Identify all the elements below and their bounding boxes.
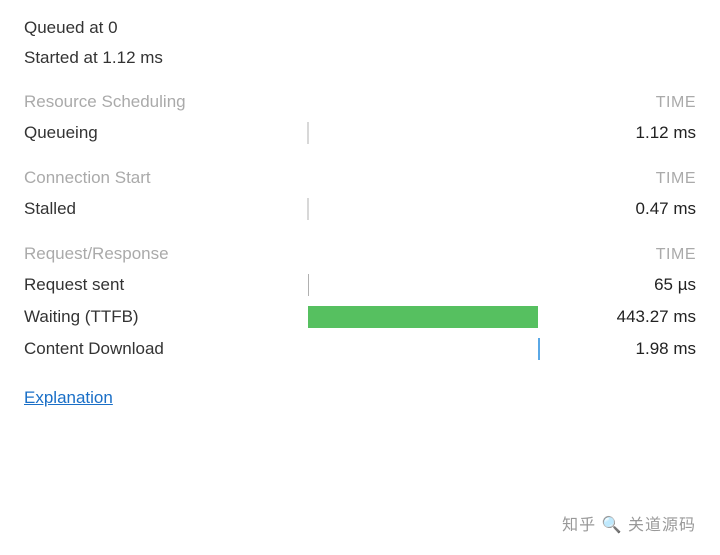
queueing-row: Queueing 1.12 ms [24, 122, 696, 144]
request-response-header: Request/Response TIME [24, 244, 696, 264]
waiting-label: Waiting (TTFB) [24, 307, 294, 327]
request-sent-bar-area [294, 274, 576, 296]
stalled-label: Stalled [24, 199, 294, 219]
watermark-text: 知乎 🔍 关道源码 [562, 511, 696, 535]
resource-scheduling-section: Resource Scheduling TIME Queueing 1.12 m… [24, 92, 696, 144]
content-download-bar [538, 338, 540, 360]
request-sent-label: Request sent [24, 275, 294, 295]
waiting-value: 443.27 ms [576, 307, 696, 327]
request-response-section: Request/Response TIME Request sent 65 µs… [24, 244, 696, 360]
waiting-row: Waiting (TTFB) 443.27 ms [24, 306, 696, 328]
stalled-bar [307, 198, 309, 220]
resource-scheduling-title: Resource Scheduling [24, 92, 186, 112]
connection-start-section: Connection Start TIME Stalled 0.47 ms [24, 168, 696, 220]
time-column-header: TIME [656, 170, 696, 188]
content-download-value: 1.98 ms [576, 339, 696, 359]
connection-start-title: Connection Start [24, 168, 151, 188]
request-sent-bar [308, 274, 309, 296]
queueing-label: Queueing [24, 123, 294, 143]
content-download-row: Content Download 1.98 ms [24, 338, 696, 360]
request-sent-value: 65 µs [576, 275, 696, 295]
queueing-bar-area [294, 122, 576, 144]
explanation-link[interactable]: Explanation [24, 388, 113, 407]
queueing-bar [307, 122, 309, 144]
stalled-value: 0.47 ms [576, 199, 696, 219]
request-sent-row: Request sent 65 µs [24, 274, 696, 296]
stalled-row: Stalled 0.47 ms [24, 198, 696, 220]
queueing-value: 1.12 ms [576, 123, 696, 143]
time-column-header: TIME [656, 246, 696, 264]
explanation-container: Explanation [24, 388, 696, 408]
content-download-label: Content Download [24, 339, 294, 359]
request-response-title: Request/Response [24, 244, 169, 264]
stalled-bar-area [294, 198, 576, 220]
connection-start-header: Connection Start TIME [24, 168, 696, 188]
waiting-bar-area [294, 306, 576, 328]
queued-at-text: Queued at 0 [24, 18, 696, 38]
time-column-header: TIME [656, 94, 696, 112]
started-at-text: Started at 1.12 ms [24, 48, 696, 68]
content-download-bar-area [294, 338, 576, 360]
waiting-bar [308, 306, 538, 328]
resource-scheduling-header: Resource Scheduling TIME [24, 92, 696, 112]
